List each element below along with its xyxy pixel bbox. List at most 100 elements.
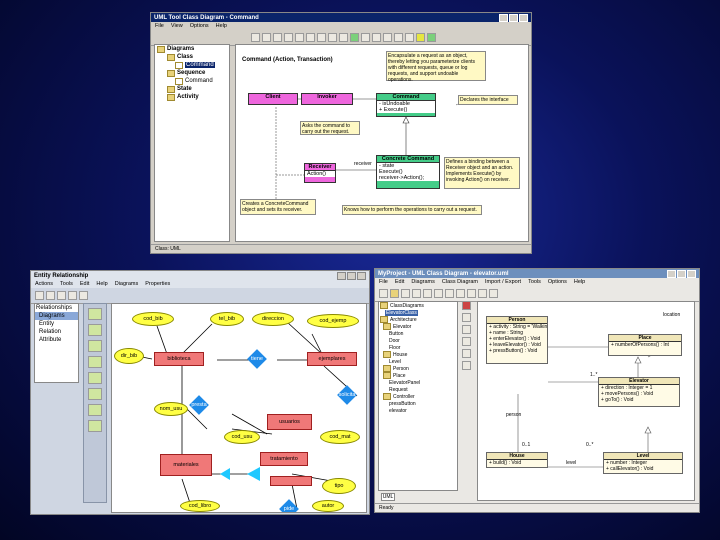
open-tool[interactable] <box>46 291 55 300</box>
tree-item[interactable]: Door <box>379 337 457 344</box>
person-class[interactable]: Person + activity : String = 'Walking' +… <box>486 316 548 364</box>
palette-interface[interactable] <box>462 313 471 322</box>
entity-materiales[interactable]: materiales <box>160 454 212 476</box>
tree-item[interactable]: Relationships <box>35 304 78 312</box>
palette-generalization[interactable] <box>88 388 102 400</box>
paste-tool[interactable] <box>434 289 443 298</box>
entity-biblioteca[interactable]: biblioteca <box>154 352 204 366</box>
close-button[interactable] <box>357 271 366 280</box>
tree-item-diagrams[interactable]: Diagrams <box>155 45 229 53</box>
tree-item[interactable]: Architecture <box>379 316 457 323</box>
palette-select[interactable] <box>88 420 102 432</box>
palette-dep[interactable] <box>462 349 471 358</box>
attr-cod-bib[interactable]: cod_bib <box>132 312 174 326</box>
palette-note[interactable] <box>462 361 471 370</box>
copy-tool[interactable] <box>423 289 432 298</box>
menu-options[interactable]: Options <box>190 23 209 29</box>
elevator-class[interactable]: Elevator + direction : Integer = 1 + mov… <box>598 377 680 407</box>
diagram-tab[interactable]: UML <box>381 493 395 501</box>
tree-item[interactable]: Button <box>379 330 457 337</box>
tree-item-activity[interactable]: Activity <box>155 93 229 101</box>
tree-item-seq-command[interactable]: Command <box>155 77 229 85</box>
menu-diagrams[interactable]: Diagrams <box>411 279 435 285</box>
client-class[interactable]: Client <box>248 93 298 105</box>
palette-gen[interactable] <box>462 337 471 346</box>
er-canvas[interactable]: cod_bib tel_bib direccion cod_ejemp dir_… <box>111 303 367 513</box>
relation-tiene[interactable]: tiene <box>247 349 268 370</box>
maximize-button[interactable] <box>347 271 356 280</box>
concrete-command-class[interactable]: Concrete Command - state Execute() recei… <box>376 155 440 189</box>
attr-cod-usu[interactable]: cod_usu <box>224 430 260 444</box>
relation-presta[interactable]: presta <box>189 395 210 416</box>
attr-tipo[interactable]: tipo <box>322 478 356 494</box>
elevator-canvas[interactable]: Person + activity : String = 'Walking' +… <box>477 301 695 501</box>
menu-options[interactable]: Options <box>548 279 567 285</box>
cut-tool[interactable] <box>412 289 421 298</box>
entity-tratamiento[interactable]: tratamiento <box>260 452 308 466</box>
menu-view[interactable]: View <box>171 23 183 29</box>
attr-cod-mat[interactable]: cod_mat <box>320 430 360 444</box>
copy-tool[interactable] <box>306 33 315 42</box>
zoom-in-tool[interactable] <box>328 33 337 42</box>
menu-diagrams[interactable]: Diagrams <box>115 281 139 287</box>
palette-key[interactable] <box>88 372 102 384</box>
tree-item[interactable]: Request <box>379 386 457 393</box>
layout-tool[interactable] <box>489 289 498 298</box>
tree-item[interactable]: Person <box>379 365 457 372</box>
house-class[interactable]: House + build() : Void <box>486 452 548 468</box>
tree-item[interactable]: ElevatorClass <box>379 309 457 316</box>
window-titlebar[interactable]: MyProject - UML Class Diagram - elevator… <box>375 269 699 278</box>
tree-item[interactable]: House <box>379 351 457 358</box>
attr-nom-usu[interactable]: nom_usu <box>154 402 188 416</box>
cut-tool[interactable] <box>295 33 304 42</box>
tree-item[interactable]: Elevator <box>379 323 457 330</box>
assoc-tool[interactable] <box>383 33 392 42</box>
relation-solicita[interactable]: solicita <box>337 385 358 406</box>
palette-class[interactable] <box>462 301 471 310</box>
menu-actions[interactable]: Actions <box>35 281 53 287</box>
tree-item-class[interactable]: Class <box>155 53 229 61</box>
tree-item[interactable]: Entity <box>35 320 78 328</box>
minimize-button[interactable] <box>499 13 508 22</box>
relation-pide[interactable]: pide <box>279 499 300 512</box>
link-tool[interactable] <box>284 33 293 42</box>
zoom-out-tool[interactable] <box>339 33 348 42</box>
tree-item[interactable]: Attribute <box>35 336 78 344</box>
palette-assoc[interactable] <box>462 325 471 334</box>
save-tool[interactable] <box>57 291 66 300</box>
tree-item-command[interactable]: Command <box>155 61 229 69</box>
receiver-class[interactable]: Receiver Action() <box>304 163 336 183</box>
save-tool[interactable] <box>401 289 410 298</box>
tree-item[interactable]: ClassDiagrams <box>379 302 457 309</box>
new-tool[interactable] <box>379 289 388 298</box>
maximize-button[interactable] <box>509 13 518 22</box>
maximize-button[interactable] <box>677 269 686 278</box>
uml-canvas[interactable]: Command (Action, Transaction) Encapsulat… <box>235 44 529 242</box>
package-tool[interactable] <box>372 33 381 42</box>
menu-file[interactable]: File <box>155 23 164 29</box>
tree-item[interactable]: Relation <box>35 328 78 336</box>
tree-item-state[interactable]: State <box>155 85 229 93</box>
tree-item-sequence[interactable]: Sequence <box>155 69 229 77</box>
menu-tools[interactable]: Tools <box>528 279 541 285</box>
tree-item[interactable]: pressButton <box>379 400 457 407</box>
palette-entity[interactable] <box>88 308 102 320</box>
menu-edit[interactable]: Edit <box>80 281 89 287</box>
tree-item[interactable]: Controller <box>379 393 457 400</box>
command-class[interactable]: Command - isUndoable + Execute() <box>376 93 436 117</box>
attr-autor[interactable]: autor <box>312 500 344 512</box>
tree-item[interactable]: elevator <box>379 407 457 414</box>
menu-class-diagram[interactable]: Class Diagram <box>442 279 478 285</box>
menu-file[interactable]: File <box>379 279 388 285</box>
minimize-button[interactable] <box>667 269 676 278</box>
note-tool[interactable] <box>273 33 282 42</box>
attr-cod-libro[interactable]: cod_libro <box>180 500 220 512</box>
undo-tool[interactable] <box>79 291 88 300</box>
menu-tools[interactable]: Tools <box>60 281 73 287</box>
print-tool[interactable] <box>478 289 487 298</box>
attr-tel-bib[interactable]: tel_bib <box>210 312 244 326</box>
attr-direccion[interactable]: direccion <box>252 312 294 326</box>
zoom-tool[interactable] <box>467 289 476 298</box>
tree-item[interactable]: Level <box>379 358 457 365</box>
palette-attribute[interactable] <box>88 340 102 352</box>
